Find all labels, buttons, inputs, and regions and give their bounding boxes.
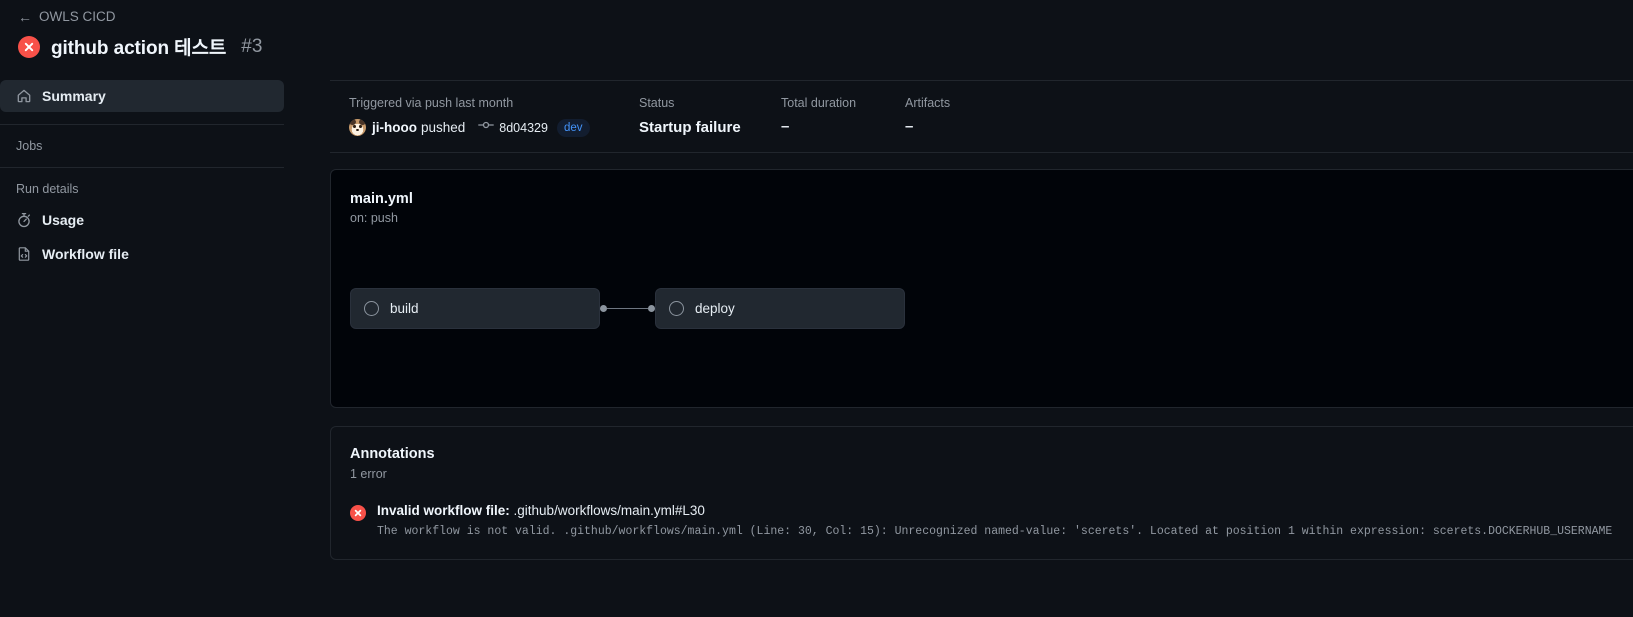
avatar-eye-right (359, 125, 362, 128)
metadata-status-column: Status Startup failure (639, 95, 781, 138)
circle-pending-icon (364, 301, 379, 316)
commit-sha[interactable]: 8d04329 (499, 121, 548, 135)
home-icon (16, 88, 32, 104)
workflow-trigger-event: on: push (350, 211, 398, 225)
annotations-title: Annotations (350, 446, 435, 462)
stopwatch-icon (16, 212, 32, 228)
annotation-body: Invalid workflow file: .github/workflows… (377, 503, 1612, 538)
sidebar-heading-run-details: Run details (16, 182, 79, 196)
pusher-username[interactable]: ji-hooo (372, 120, 417, 135)
branch-badge[interactable]: dev (556, 118, 590, 137)
sidebar-item-summary[interactable]: Summary (0, 80, 284, 112)
main-content: Triggered via push last month ji-hooo pu… (330, 80, 1633, 560)
artifacts-value: – (905, 118, 914, 135)
annotation-headline-label: Invalid workflow file: (377, 503, 510, 518)
status-label: Status (639, 96, 675, 110)
sidebar-item-label: Usage (42, 212, 85, 228)
breadcrumb: ← OWLS CICD (18, 9, 1633, 24)
edge-line (607, 308, 648, 309)
avatar-nose (356, 129, 359, 132)
annotations-count: 1 error (350, 467, 387, 481)
job-node-build[interactable]: build (350, 288, 600, 329)
avatar-eye-left (353, 125, 356, 128)
edge-dot-target (648, 305, 655, 312)
trigger-label: Triggered via push last month (349, 96, 514, 110)
sidebar-divider-1 (0, 124, 284, 125)
sidebar-heading-jobs: Jobs (16, 139, 43, 153)
run-title-row: github action 테스트 #3 (18, 33, 1633, 60)
status-value: Startup failure (639, 119, 741, 136)
sidebar-item-workflow-file[interactable]: Workflow file (0, 238, 284, 270)
run-metadata-bar: Triggered via push last month ji-hooo pu… (330, 80, 1633, 153)
sidebar-divider-2 (0, 167, 284, 168)
run-number: #3 (241, 35, 263, 57)
annotation-item: Invalid workflow file: .github/workflows… (350, 503, 1633, 538)
page-header: ← OWLS CICD github action 테스트 #3 (0, 0, 1633, 60)
sidebar-item-label: Summary (42, 88, 106, 104)
workflow-run-page: ← OWLS CICD github action 테스트 #3 Summary… (0, 0, 1633, 617)
page-title: github action 테스트 (51, 38, 227, 59)
workflow-graph-card: main.yml on: push build deploy (330, 169, 1633, 408)
sidebar-run-details-list: Usage Workflow file (0, 204, 284, 270)
annotations-card: Annotations 1 error Invalid workflow fil… (330, 426, 1633, 560)
metadata-trigger-column: Triggered via push last month ji-hooo pu… (349, 95, 639, 138)
x-circle-fail-icon (350, 505, 366, 521)
annotation-file-path[interactable]: .github/workflows/main.yml#L30 (514, 503, 705, 518)
job-edge-build-to-deploy (600, 305, 655, 312)
edge-dot-source (600, 305, 607, 312)
workflow-job-graph: build deploy (350, 288, 905, 329)
duration-value: – (781, 118, 790, 135)
annotation-detail-message: The workflow is not valid. .github/workf… (377, 525, 1613, 538)
breadcrumb-repo-link[interactable]: OWLS CICD (39, 9, 116, 24)
x-circle-fail-icon (18, 35, 40, 58)
job-label: deploy (695, 301, 735, 316)
avatar[interactable] (349, 119, 366, 136)
sidebar-item-usage[interactable]: Usage (0, 204, 284, 236)
trigger-detail-row: ji-hooo pushed 8d04329 dev (349, 117, 639, 138)
workflow-file-name: main.yml (350, 191, 413, 207)
sidebar-item-label: Workflow file (42, 246, 129, 262)
annotation-headline: Invalid workflow file: .github/workflows… (377, 503, 1612, 518)
pushed-word: pushed (420, 120, 466, 135)
circle-pending-icon (669, 301, 684, 316)
file-code-icon (16, 246, 32, 262)
duration-label: Total duration (781, 96, 857, 110)
artifacts-label: Artifacts (905, 96, 951, 110)
git-commit-icon (478, 117, 495, 138)
back-arrow-icon[interactable]: ← (18, 10, 32, 24)
job-label: build (390, 301, 419, 316)
metadata-artifacts-column: Artifacts – (905, 95, 1025, 135)
sidebar: Summary Jobs Run details Usage Workflow … (0, 80, 300, 270)
metadata-duration-column: Total duration – (781, 95, 905, 135)
job-node-deploy[interactable]: deploy (655, 288, 905, 329)
